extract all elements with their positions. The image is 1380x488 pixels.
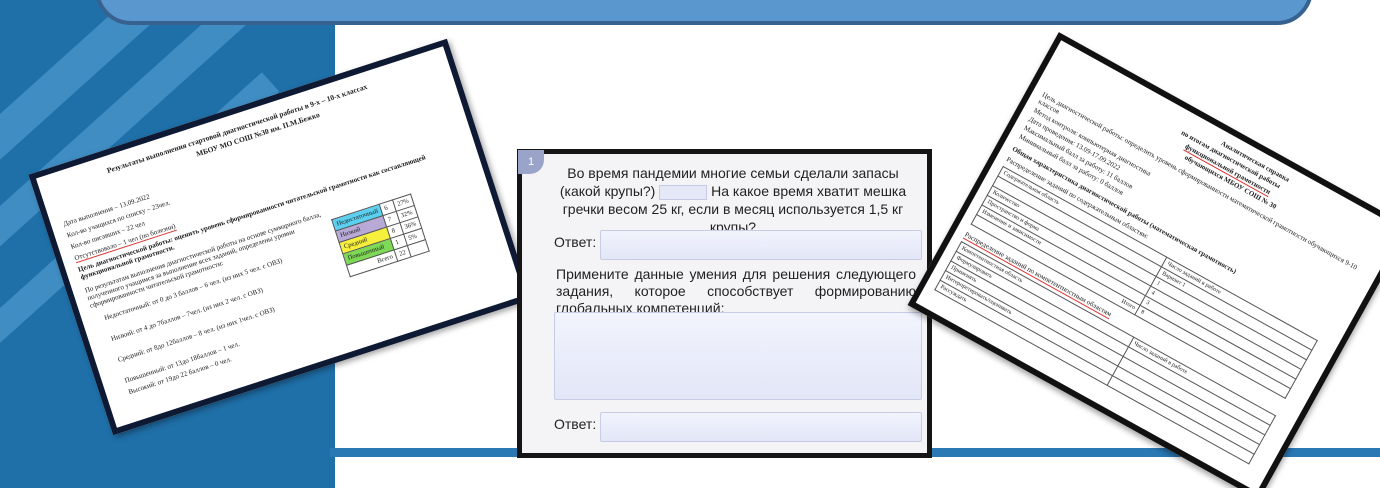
task-question-2: Примените данные умения для решения след… — [556, 266, 916, 316]
answer-label: Ответ: — [554, 234, 597, 250]
task-card: 1 Во время пандемии многие семьи сделали… — [517, 149, 932, 458]
math-literacy-report: Аналитическая справка по итогам диагност… — [907, 32, 1380, 488]
task-number-badge: 1 — [518, 150, 544, 174]
title-banner — [95, 0, 1313, 25]
answer-label: Ответ: — [554, 416, 597, 432]
levels-table: Недостаточный 6 27% Низкий 7 32% Средний 8 36%… — [331, 194, 429, 278]
inline-answer-input[interactable] — [659, 184, 708, 200]
task-question-1: Во время пандемии многие семьи сделали з… — [552, 164, 914, 236]
slide: Результаты выполнения стартовой диагност… — [0, 0, 1380, 488]
answer-input-1[interactable] — [600, 230, 922, 260]
answer-textarea[interactable] — [554, 312, 922, 400]
answer-input-2[interactable] — [600, 412, 922, 442]
